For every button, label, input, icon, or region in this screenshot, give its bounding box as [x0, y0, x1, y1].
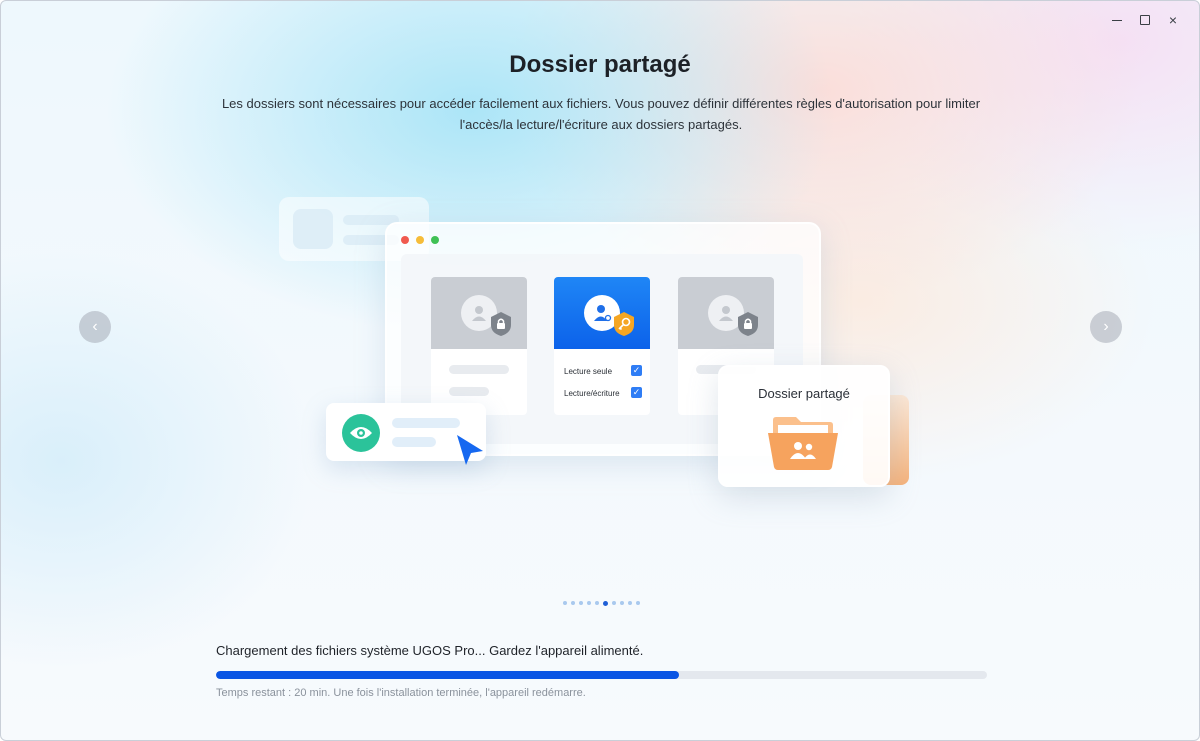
permission-user-card: Lecture seule ✓ Lecture/écriture ✓	[554, 277, 650, 415]
view-permission-card	[326, 403, 486, 465]
check-icon: ✓	[631, 365, 642, 376]
progress-status-text: Chargement des fichiers système UGOS Pro…	[216, 643, 644, 658]
lock-icon	[738, 312, 758, 336]
progress-note: Temps restant : 20 min. Une fois l'insta…	[216, 687, 586, 699]
pagination-dot[interactable]	[595, 601, 599, 605]
window-dot-yellow	[416, 236, 424, 244]
lock-icon	[491, 312, 511, 336]
shared-folder-icon	[768, 417, 838, 470]
cursor-icon	[457, 435, 483, 465]
read-only-option: Lecture seule ✓	[564, 365, 642, 376]
pagination-dot[interactable]	[579, 601, 583, 605]
feature-illustration: Lecture seule ✓ Lecture/écriture ✓ Dossi…	[1, 1, 1199, 561]
progress-bar-fill	[216, 671, 679, 679]
window-dot-green	[431, 236, 439, 244]
read-write-option: Lecture/écriture ✓	[564, 387, 642, 398]
next-slide-button[interactable]: ›	[1090, 311, 1122, 343]
chevron-right-icon: ›	[1103, 318, 1109, 335]
pagination-dot[interactable]	[612, 601, 616, 605]
carousel-pagination	[563, 600, 640, 606]
pagination-dot[interactable]	[620, 601, 624, 605]
progress-bar	[216, 671, 987, 679]
chevron-left-icon: ‹	[92, 318, 98, 335]
previous-slide-button[interactable]: ‹	[79, 311, 111, 343]
locked-user-card	[431, 277, 527, 415]
installer-window: × Dossier partagé Les dossiers sont néce…	[0, 0, 1200, 741]
pagination-dot[interactable]	[563, 601, 567, 605]
pagination-dot[interactable]	[636, 601, 640, 605]
key-icon	[614, 312, 634, 336]
shared-folder-card: Dossier partagé	[718, 365, 890, 487]
pagination-dot[interactable]	[603, 600, 608, 606]
eye-icon	[342, 414, 380, 452]
pagination-dot[interactable]	[587, 601, 591, 605]
pagination-dot[interactable]	[628, 601, 632, 605]
shared-folder-label: Dossier partagé	[758, 386, 850, 401]
check-icon: ✓	[631, 387, 642, 398]
window-dot-red	[401, 236, 409, 244]
pagination-dot[interactable]	[571, 601, 575, 605]
